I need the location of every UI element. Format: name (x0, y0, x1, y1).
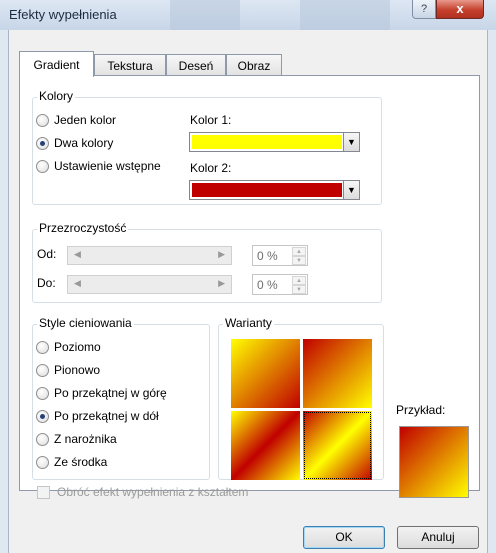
from-value: 0 % (257, 249, 278, 263)
radio-ustawienie-wstepne[interactable] (36, 160, 49, 173)
from-slider[interactable]: ◀ ▶ (67, 246, 232, 265)
chevron-down-icon[interactable]: ▼ (343, 181, 359, 199)
tab-obraz[interactable]: Obraz (226, 54, 282, 75)
color2-swatch (192, 183, 342, 197)
variant-tile-3[interactable] (231, 411, 300, 480)
right-arrow-icon[interactable]: ▶ (218, 249, 225, 260)
radio-dwa-kolory-label: Dwa kolory (54, 136, 114, 150)
dialog-body: Gradient Tekstura Deseń Obraz Kolory Jed… (8, 30, 488, 553)
title-bar: Efekty wypełnienia ? x (0, 0, 496, 30)
left-arrow-icon[interactable]: ◀ (74, 249, 81, 260)
blurred-background (170, 0, 240, 30)
radio-ze-srodka[interactable] (36, 456, 49, 469)
color2-dropdown[interactable]: ▼ (189, 180, 360, 200)
radio-poziomo-label: Poziomo (54, 340, 101, 354)
close-button[interactable]: x (436, 0, 484, 19)
color1-swatch (192, 135, 342, 149)
spin-up-icon[interactable]: ▲ (292, 276, 306, 285)
from-label: Od: (37, 247, 57, 261)
color1-label: Kolor 1: (190, 113, 232, 127)
help-button[interactable]: ? (412, 0, 436, 19)
spin-up-icon[interactable]: ▲ (292, 247, 306, 256)
from-spinner[interactable]: 0 % ▲ ▼ (252, 245, 308, 266)
to-value: 0 % (257, 278, 278, 292)
variant-tile-4[interactable] (303, 411, 372, 480)
ok-button[interactable]: OK (303, 526, 385, 549)
to-label: Do: (37, 276, 56, 290)
radio-po-przekatnej-w-dol-label: Po przekątnej w dół (54, 409, 159, 423)
spin-down-icon[interactable]: ▼ (292, 256, 306, 265)
variant-tile-1[interactable] (231, 339, 300, 408)
radio-po-przekatnej-w-dol[interactable] (36, 410, 49, 423)
variants-group-label: Warianty (223, 316, 274, 330)
radio-pionowo[interactable] (36, 364, 49, 377)
to-spinner[interactable]: 0 % ▲ ▼ (252, 274, 308, 295)
rotate-fill-checkbox-label: Obróć efekt wypełnienia z kształtem (57, 485, 249, 499)
sample-preview (399, 426, 469, 498)
color1-dropdown[interactable]: ▼ (189, 132, 360, 152)
radio-po-przekatnej-w-gore-label: Po przekątnej w górę (54, 386, 167, 400)
radio-z-naroznika-label: Z narożnika (54, 432, 117, 446)
window-title: Efekty wypełnienia (9, 7, 117, 22)
radio-po-przekatnej-w-gore[interactable] (36, 387, 49, 400)
right-arrow-icon[interactable]: ▶ (218, 278, 225, 289)
colors-group-label: Kolory (37, 89, 76, 103)
transparency-group-label: Przezroczystość (37, 221, 129, 235)
radio-jeden-kolor-label: Jeden kolor (54, 113, 117, 127)
tab-tekstura[interactable]: Tekstura (94, 54, 166, 75)
tab-panel-gradient: Kolory Jeden kolor Dwa kolory Ustawienie… (19, 75, 480, 499)
radio-ze-srodka-label: Ze środka (54, 455, 108, 469)
blurred-background (300, 0, 390, 30)
radio-jeden-kolor[interactable] (36, 114, 49, 127)
sample-label: Przykład: (396, 403, 446, 417)
shading-group-label: Style cieniowania (37, 316, 134, 330)
variant-tile-2[interactable] (303, 339, 372, 408)
color2-label: Kolor 2: (190, 161, 232, 175)
radio-ustawienie-wstepne-label: Ustawienie wstępne (54, 159, 161, 173)
radio-pionowo-label: Pionowo (54, 363, 101, 377)
radio-poziomo[interactable] (36, 341, 49, 354)
chevron-down-icon[interactable]: ▼ (343, 133, 359, 151)
radio-dwa-kolory[interactable] (36, 137, 49, 150)
radio-z-naroznika[interactable] (36, 433, 49, 446)
cancel-button[interactable]: Anuluj (397, 526, 479, 549)
to-slider[interactable]: ◀ ▶ (67, 275, 232, 294)
tab-desen[interactable]: Deseń (166, 54, 226, 75)
rotate-fill-checkbox[interactable] (37, 486, 50, 499)
spin-down-icon[interactable]: ▼ (292, 285, 306, 294)
left-arrow-icon[interactable]: ◀ (74, 278, 81, 289)
tab-gradient[interactable]: Gradient (19, 51, 94, 77)
